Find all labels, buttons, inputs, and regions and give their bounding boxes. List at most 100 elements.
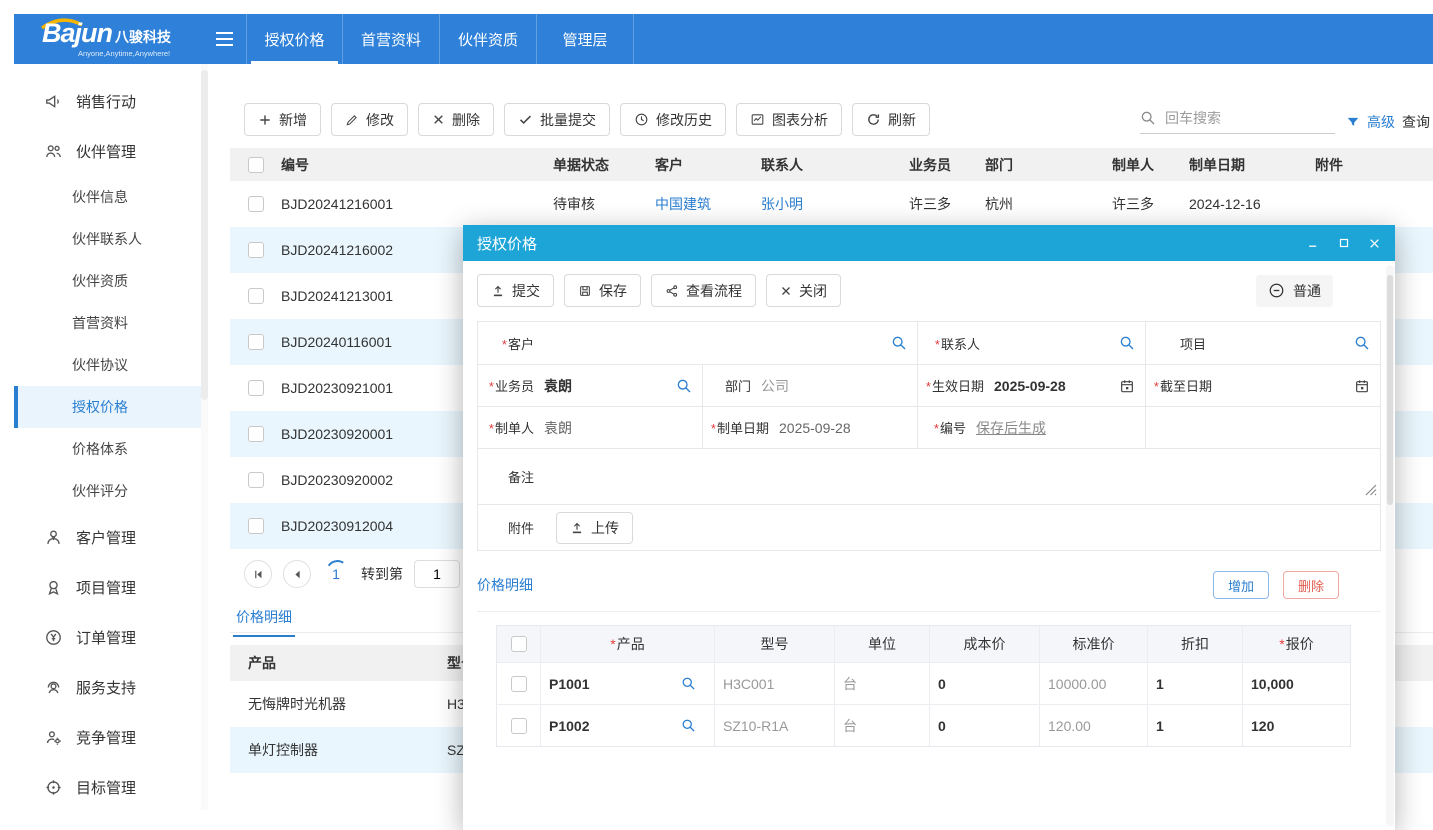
sidebar-item-sales-action[interactable]: 销售行动 [14, 76, 208, 126]
sidebar-item-target-mgmt[interactable]: 目标管理 [14, 762, 208, 812]
upload-button[interactable]: 上传 [556, 512, 633, 544]
sidebar-item-label: 竞争管理 [76, 727, 136, 748]
sidebar-item-price-system[interactable]: 价格体系 [14, 428, 208, 470]
row-checkbox[interactable] [511, 718, 527, 734]
first-page-button[interactable] [244, 560, 272, 588]
dialog-scrollbar[interactable] [1386, 265, 1394, 826]
resize-handle-icon[interactable] [1365, 483, 1377, 501]
minimize-button[interactable] [1307, 237, 1320, 250]
sidebar-scrollbar[interactable] [201, 64, 208, 810]
app-window: Bajun 八骏科技 Anyone,Anytime,Anywhere! 授权价格… [14, 14, 1433, 810]
sidebar-item-partner-agreement[interactable]: 伙伴协议 [14, 344, 208, 386]
nav-tab-management[interactable]: 管理层 [537, 14, 634, 64]
cell-product: 单灯控制器 [230, 740, 447, 760]
button-label: 提交 [512, 281, 540, 301]
close-button[interactable] [1368, 237, 1381, 250]
salesman-field[interactable]: *业务员 袁朗 [478, 365, 702, 406]
button-label: 保存 [599, 281, 627, 301]
col-id: 编号 [273, 155, 545, 175]
chart-analysis-button[interactable]: 图表分析 [736, 103, 842, 136]
nav-tab-label: 首营资料 [361, 29, 421, 50]
sidebar-item-customer-mgmt[interactable]: 客户管理 [14, 512, 208, 562]
table-row[interactable]: P1001 H3C001 台 0 10000.00 1 10,000 [497, 662, 1350, 704]
advanced-query[interactable]: 高级 查询 [1346, 112, 1430, 132]
button-label: 删除 [452, 110, 480, 130]
menu-toggle[interactable] [202, 14, 246, 64]
edit-button[interactable]: 修改 [331, 103, 408, 136]
sidebar-item-label: 伙伴资质 [72, 271, 128, 291]
prev-page-button[interactable] [283, 560, 311, 588]
row-checkbox[interactable] [511, 676, 527, 692]
contact-field[interactable]: *联系人 [917, 322, 1145, 364]
table-row[interactable]: P1002 SZ10-R1A 台 0 120.00 1 120 [497, 704, 1350, 746]
table-row[interactable]: BJD20241216001 待审核 中国建筑 张小明 许三多 杭州 许三多 2… [230, 181, 1433, 227]
refresh-button[interactable]: 刷新 [852, 103, 930, 136]
add-button[interactable]: 新增 [244, 103, 321, 136]
search-box[interactable] [1140, 110, 1335, 134]
prev-page-icon [291, 568, 304, 581]
row-checkbox[interactable] [248, 426, 264, 442]
tab-price-detail[interactable]: 价格明细 [233, 600, 295, 637]
button-label: 查看流程 [686, 281, 742, 301]
funnel-icon [1346, 115, 1360, 129]
cell-cost: 0 [929, 663, 1039, 704]
sidebar-item-partner-mgmt[interactable]: 伙伴管理 [14, 126, 208, 176]
row-checkbox[interactable] [248, 380, 264, 396]
sidebar-item-authorized-price[interactable]: 授权价格 [14, 386, 208, 428]
partners-icon [44, 142, 63, 161]
dialog-titlebar[interactable]: 授权价格 [463, 225, 1395, 261]
current-page[interactable]: 1 [322, 566, 350, 582]
row-checkbox[interactable] [248, 334, 264, 350]
sidebar-item-service-support[interactable]: 服务支持 [14, 662, 208, 712]
row-checkbox[interactable] [248, 288, 264, 304]
maximize-button[interactable] [1338, 237, 1350, 249]
close-dialog-button[interactable]: 关闭 [766, 274, 841, 307]
cell-creator: 许三多 [1104, 194, 1181, 214]
sidebar-item-partner-score[interactable]: 伙伴评分 [14, 470, 208, 512]
row-checkbox[interactable] [248, 196, 264, 212]
contact-link[interactable]: 张小明 [761, 196, 803, 212]
col-dept: 部门 [977, 155, 1104, 175]
row-checkbox[interactable] [248, 472, 264, 488]
submit-button[interactable]: 提交 [477, 274, 554, 307]
remark-field[interactable]: 备注 [478, 449, 1380, 504]
deadline-date-field[interactable]: *截至日期 [1145, 365, 1380, 406]
sidebar-item-partner-contacts[interactable]: 伙伴联系人 [14, 218, 208, 260]
save-button[interactable]: 保存 [564, 274, 641, 307]
add-row-button[interactable]: 增加 [1213, 571, 1269, 599]
authorized-price-dialog: 授权价格 提交 保存 查看流程 关闭 [463, 225, 1395, 830]
dept-field[interactable]: 部门 公司 [702, 365, 917, 406]
history-button[interactable]: 修改历史 [620, 103, 726, 136]
delete-button[interactable]: 删除 [418, 103, 494, 136]
sidebar-item-partner-qualification[interactable]: 伙伴资质 [14, 260, 208, 302]
nav-tab-authorized-price[interactable]: 授权价格 [246, 14, 343, 64]
medal-icon [44, 578, 63, 597]
col-customer: 客户 [647, 155, 753, 175]
page-number-input[interactable] [414, 560, 460, 588]
nav-tab-partner-qualification[interactable]: 伙伴资质 [440, 14, 537, 64]
search-icon [1119, 335, 1135, 351]
sidebar-item-order-mgmt[interactable]: 订单管理 [14, 612, 208, 662]
dialog-form: *客户 *联系人 项目 *业务员 袁朗 [477, 321, 1381, 551]
priority-badge[interactable]: 普通 [1256, 275, 1333, 307]
customer-link[interactable]: 中国建筑 [655, 196, 711, 212]
search-icon[interactable] [681, 718, 696, 733]
delete-row-button[interactable]: 删除 [1283, 571, 1339, 599]
sidebar-item-label: 客户管理 [76, 527, 136, 548]
select-all-checkbox[interactable] [248, 157, 264, 173]
view-flow-button[interactable]: 查看流程 [651, 274, 756, 307]
sidebar-item-first-sale-docs[interactable]: 首营资料 [14, 302, 208, 344]
sidebar-item-competition-mgmt[interactable]: 竞争管理 [14, 712, 208, 762]
effective-date-field[interactable]: *生效日期 2025-09-28 [917, 365, 1145, 406]
batch-submit-button[interactable]: 批量提交 [504, 103, 610, 136]
project-field[interactable]: 项目 [1145, 322, 1380, 364]
row-checkbox[interactable] [248, 518, 264, 534]
sidebar-item-project-mgmt[interactable]: 项目管理 [14, 562, 208, 612]
select-all-checkbox[interactable] [511, 636, 527, 652]
row-checkbox[interactable] [248, 242, 264, 258]
nav-tab-first-sale-docs[interactable]: 首营资料 [343, 14, 440, 64]
search-input[interactable] [1165, 110, 1305, 126]
customer-field[interactable]: *客户 [478, 322, 917, 364]
search-icon[interactable] [681, 676, 696, 691]
sidebar-item-partner-info[interactable]: 伙伴信息 [14, 176, 208, 218]
